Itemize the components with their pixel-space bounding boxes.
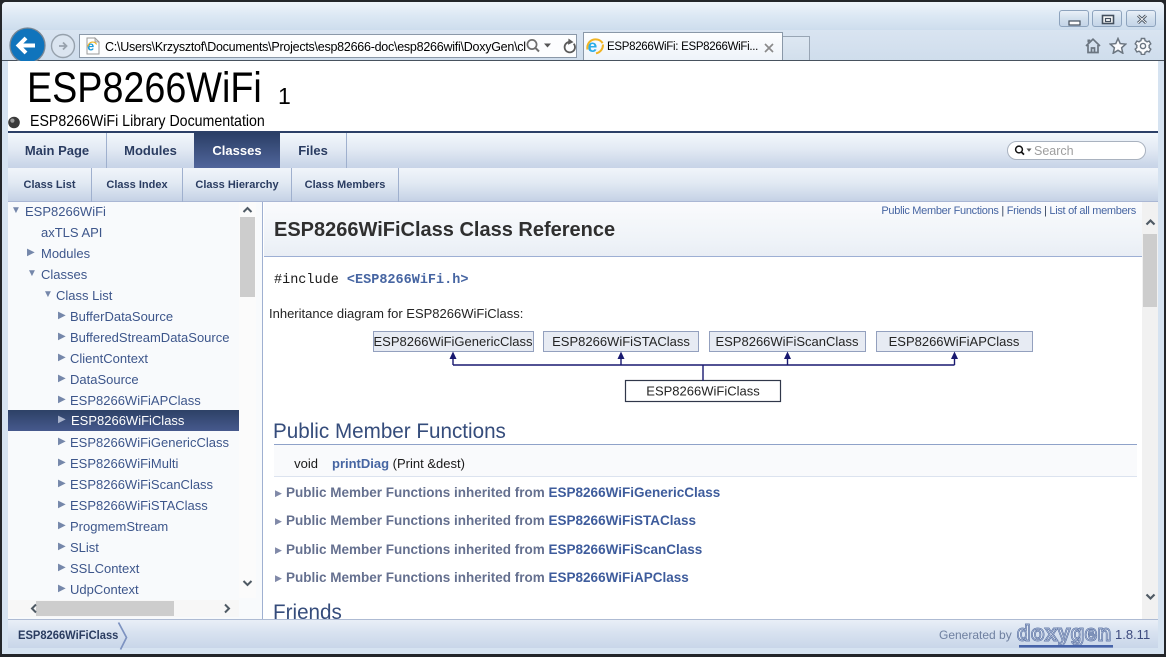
svg-text:ESP8266WiFiClass: ESP8266WiFiClass bbox=[646, 384, 760, 399]
svg-text:ESP8266WiFiScanClass: ESP8266WiFiScanClass bbox=[715, 334, 859, 349]
svg-text:ESP8266WiFiSTAClass: ESP8266WiFiSTAClass bbox=[552, 334, 690, 349]
svg-text:ESP8266WiFiGenericClass: ESP8266WiFiGenericClass bbox=[374, 334, 533, 349]
svg-text:doxygen: doxygen bbox=[1017, 622, 1112, 646]
svg-text:ESP8266WiFiAPClass: ESP8266WiFiAPClass bbox=[889, 334, 1020, 349]
